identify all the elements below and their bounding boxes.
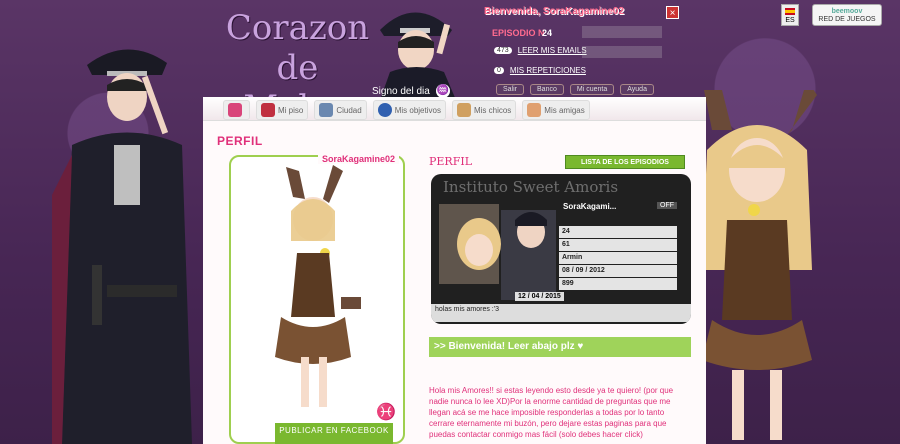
stat-row: 899	[559, 278, 677, 290]
stat-row: Armin	[559, 252, 677, 264]
banner-date: 12 / 04 / 2015	[515, 292, 564, 301]
close-icon[interactable]: ×	[666, 6, 679, 19]
user-panel: Bienvenida, SoraKagamine02 × EPISODIO N …	[482, 2, 682, 95]
beemoov-brand: beemoov	[831, 8, 863, 15]
home-icon	[228, 103, 242, 117]
repetitions-link[interactable]: MIS REPETICIONES	[510, 66, 586, 75]
sofa-icon	[261, 103, 275, 117]
nav-tab-amigas[interactable]: Mis amigas	[522, 100, 590, 120]
online-status-badge: OFF	[657, 202, 677, 209]
girl-icon	[527, 103, 542, 117]
target-icon	[377, 103, 392, 117]
page-title: PERFIL	[217, 134, 263, 148]
publish-facebook-button[interactable]: PUBLICAR EN FACEBOOK	[275, 423, 393, 444]
nav-tab-home[interactable]	[223, 100, 250, 120]
mini-button[interactable]: Salir	[496, 84, 525, 95]
language-code: ES	[785, 17, 795, 24]
main-content: Mi piso Ciudad Mis objetivos Mis chicos …	[203, 97, 706, 444]
info-placeholder	[582, 26, 662, 38]
nav-tab-chicos[interactable]: Mis chicos	[451, 100, 517, 120]
left-character-illustration	[52, 49, 192, 444]
avatar-username: SoraKagamine02	[317, 154, 399, 164]
stat-row: 24	[559, 226, 677, 238]
nav-label: Ciudad	[336, 105, 362, 115]
city-icon	[319, 103, 334, 117]
intro-text: Hola mis Amores!! si estas leyendo esto …	[429, 386, 674, 439]
pisces-icon: ♓	[376, 404, 396, 421]
language-flag-icon[interactable]: ES	[781, 4, 799, 26]
welcome-banner: >> Bienvenida! Leer abajo plz ♥	[429, 337, 691, 357]
nav-label: Mi piso	[278, 105, 304, 115]
mini-button[interactable]: Banco	[530, 84, 564, 95]
welcome-text: Bienvenida, SoraKagamine02	[484, 6, 625, 17]
emails-count: 473	[494, 47, 512, 54]
info-placeholder	[582, 46, 662, 58]
nav-label: Mis amigas	[544, 105, 585, 115]
nav-label: Mis chicos	[473, 105, 512, 115]
nav-label: Mis objetivos	[394, 105, 441, 115]
boy-icon	[456, 103, 471, 117]
profile-banner: Instituto Sweet Amoris SoraKagami... OFF…	[431, 174, 691, 324]
beemoov-network-button[interactable]: beemoov RED DE JUEGOS	[812, 4, 882, 26]
banner-status: holas mis amores :'3	[431, 304, 691, 322]
signo-label: Signo del dia	[372, 85, 430, 97]
nav-tab-ciudad[interactable]: Ciudad	[314, 100, 367, 120]
logo-line1: Corazon de	[225, 8, 370, 88]
banner-stats: 24 61 Armin 08 / 09 / 2012 899	[559, 226, 677, 291]
user-mini-buttons: Salir Banco Mi cuenta Ayuda	[496, 84, 654, 95]
episode-number: 24	[542, 28, 553, 38]
main-nav: Mi piso Ciudad Mis objetivos Mis chicos …	[203, 97, 706, 121]
profile-subheader: PERFIL	[429, 155, 472, 168]
repetitions-count: 0	[494, 67, 504, 74]
emails-row[interactable]: 473 LEER MIS EMAILS	[494, 46, 587, 55]
nav-tab-objetivos[interactable]: Mis objetivos	[372, 100, 446, 120]
episode-label: EPISODIO N	[492, 28, 545, 38]
beemoov-label: RED DE JUEGOS	[818, 16, 876, 23]
right-character-illustration	[702, 90, 817, 440]
aquarius-icon: ♒	[435, 84, 450, 98]
avatar-card: SoraKagamine02 ♓ PUBLICAR EN FACEBOOK	[229, 154, 405, 444]
mini-button[interactable]: Ayuda	[620, 84, 654, 95]
episodes-list-button[interactable]: LISTA DE LOS EPISODIOS	[565, 155, 685, 169]
stat-row: 61	[559, 239, 677, 251]
avatar-image	[275, 165, 361, 407]
mini-button[interactable]: Mi cuenta	[569, 84, 615, 95]
emails-link[interactable]: LEER MIS EMAILS	[518, 46, 587, 55]
sign-of-the-day: Signo del dia ♒	[372, 84, 450, 98]
repetitions-row[interactable]: 0 MIS REPETICIONES	[494, 66, 586, 75]
banner-username: SoraKagami...	[563, 202, 617, 211]
stat-row: 08 / 09 / 2012	[559, 265, 677, 277]
nav-tab-mi-piso[interactable]: Mi piso	[256, 100, 309, 120]
